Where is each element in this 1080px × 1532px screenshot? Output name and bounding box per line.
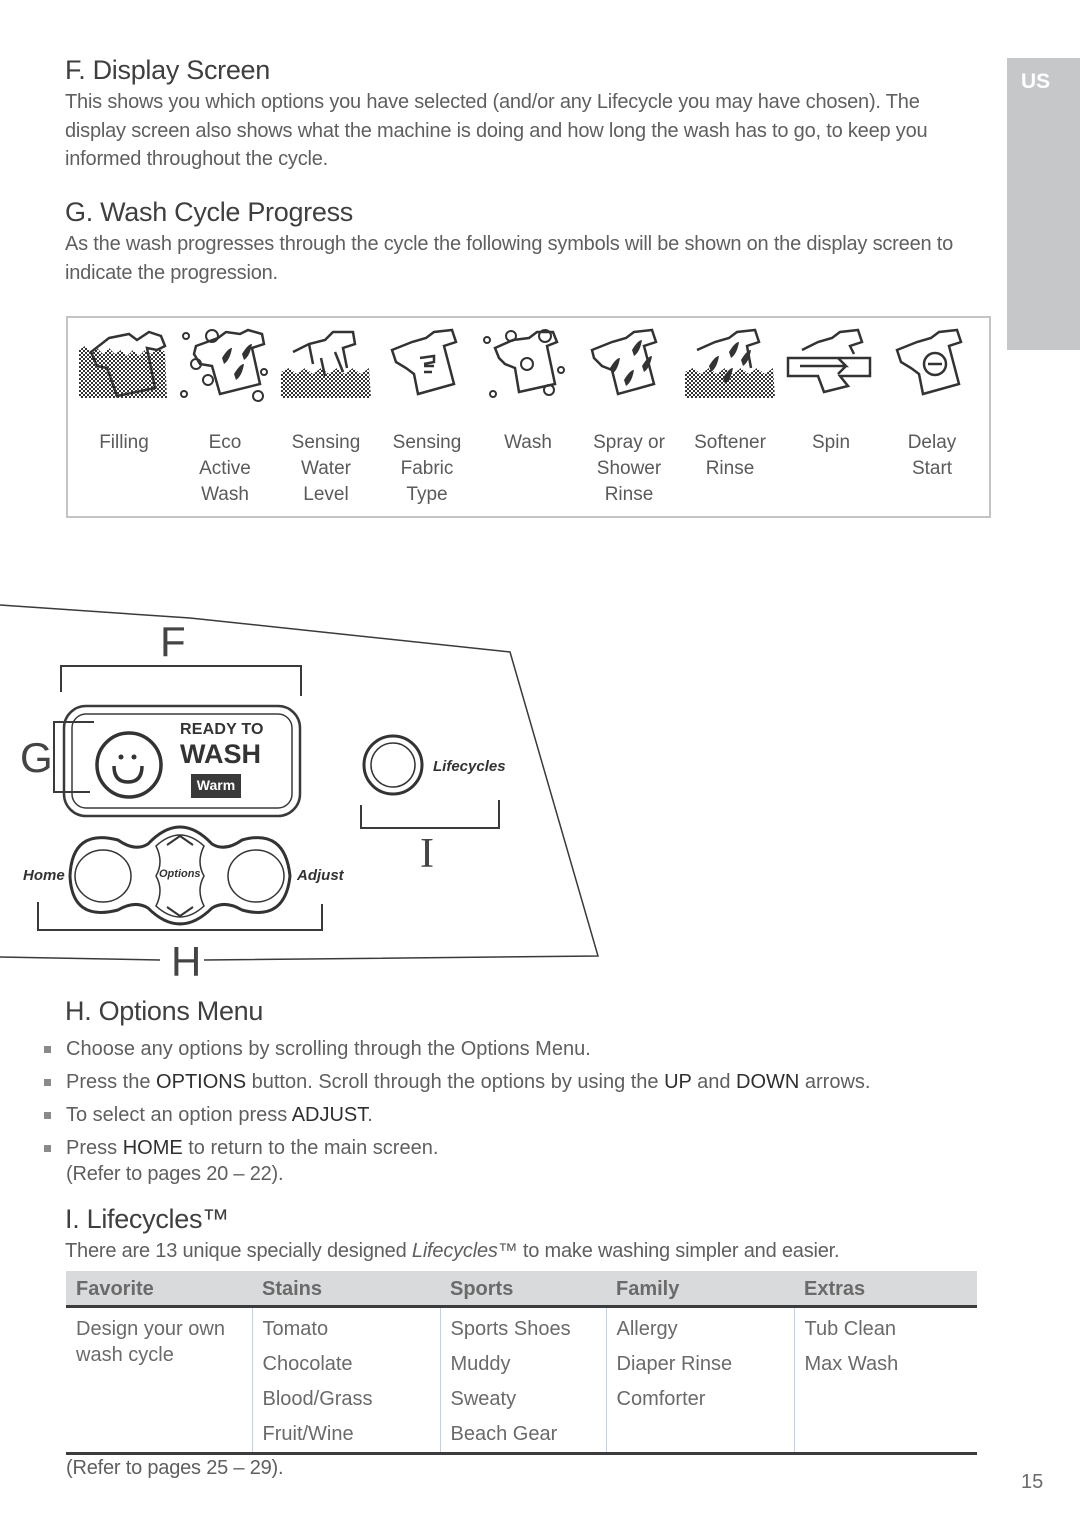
options-button[interactable]: Options [159,868,201,880]
progress-label: Filling [99,432,149,453]
progress-symbol-spray-shower-rinse: Spray or Shower Rinse [579,328,679,508]
language-tab-label: US [1021,70,1051,93]
table-cell-favorite: Design your own wash cycle [66,1306,252,1455]
lifecycles-button[interactable]: Lifecycles [433,758,506,775]
display-status-line2: WASH [180,739,261,769]
bullet-item: To select an option press ADJUST. [40,1099,1000,1132]
section-i-intro: There are 13 unique specially designed L… [65,1240,840,1262]
callout-g: G [20,734,53,781]
table-header: Sports [440,1271,606,1308]
table-cell-extras: Tub Clean Max Wash [793,1306,977,1455]
control-panel-outline [0,604,599,961]
section-h-heading: H. Options Menu [65,996,264,1026]
table-header: Stains [252,1271,440,1308]
bullet-item: Choose any options by scrolling through … [40,1033,1000,1066]
progress-symbol-softener-rinse: Softener Rinse [680,328,780,482]
progress-label: Spin [811,432,851,453]
language-tab-us[interactable]: US [1007,58,1080,350]
progress-label: Eco Active Wash [199,432,251,505]
progress-symbol-sensing-water-level: Sensing Water Level [276,328,376,508]
display-status-line1: READY TO [180,721,264,738]
section-h-refer: (Refer to pages 20 – 22). [66,1163,284,1185]
progress-label: Softener Rinse [694,432,766,479]
sensing-water-level-icon [281,330,371,398]
section-i-refer: (Refer to pages 25 – 29). [66,1457,284,1479]
progress-symbol-wash: Wash [478,328,578,456]
section-f-body: This shows you which options you have se… [65,91,928,170]
display-temperature-badge: Warm [196,777,236,793]
spin-icon [786,328,872,394]
table-header: Family [606,1271,794,1308]
filling-icon [79,330,167,398]
section-i-heading: I. Lifecycles™ [65,1204,229,1234]
progress-symbol-delay-start: Delay Start [882,328,982,482]
progress-label: Wash [504,432,552,453]
section-g-heading: G. Wash Cycle Progress [65,197,353,227]
table-header: Favorite [66,1271,252,1308]
options-menu-bullets: Choose any options by scrolling through … [40,1033,1000,1165]
softener-rinse-icon [685,328,775,398]
progress-symbol-spin: Spin [781,328,881,456]
callout-f: F [160,618,186,665]
wash-icon [483,329,565,398]
progress-label: Sensing Water Level [291,432,361,505]
eco-active-wash-icon [180,328,268,402]
adjust-button[interactable]: Adjust [297,867,344,884]
section-f-heading: F. Display Screen [65,55,270,85]
progress-symbol-eco-active-wash: Eco Active Wash [175,328,275,508]
progress-symbol-filling: Filling [74,328,174,456]
page-number: 15 [1021,1471,1044,1493]
wash-progress-symbols-box: Filling Eco Active Wash Sensing Water Le… [66,316,991,518]
control-panel-diagram: F G H I READY TO WASH Warm Lifecycles Ho… [0,600,620,985]
home-button[interactable]: Home [23,867,65,884]
progress-label: Spray or Shower Rinse [593,432,665,505]
progress-label: Delay Start [907,432,957,479]
table-cell-stains: Tomato Chocolate Blood/Grass Fruit/Wine [251,1306,440,1455]
progress-label: Sensing Fabric Type [392,432,462,505]
table-cell-sports: Sports Shoes Muddy Sweaty Beach Gear [439,1306,606,1455]
bullet-item: Press the OPTIONS button. Scroll through… [40,1066,1000,1099]
sensing-fabric-type-icon [390,328,458,396]
section-g-body: As the wash progresses through the cycle… [65,233,954,284]
table-header: Extras [794,1271,977,1308]
delay-start-icon [895,328,963,396]
table-row: Design your own wash cycle Tomato Chocol… [66,1306,977,1455]
callout-h: H [171,938,202,985]
progress-symbol-sensing-fabric-type: Sensing Fabric Type [377,328,477,508]
spray-shower-rinse-icon [590,328,658,396]
lifecycles-table: Favorite Stains Sports Family Extras Des… [66,1271,977,1455]
callout-i: I [420,831,434,877]
table-cell-family: Allergy Diaper Rinse Comforter [605,1306,794,1455]
